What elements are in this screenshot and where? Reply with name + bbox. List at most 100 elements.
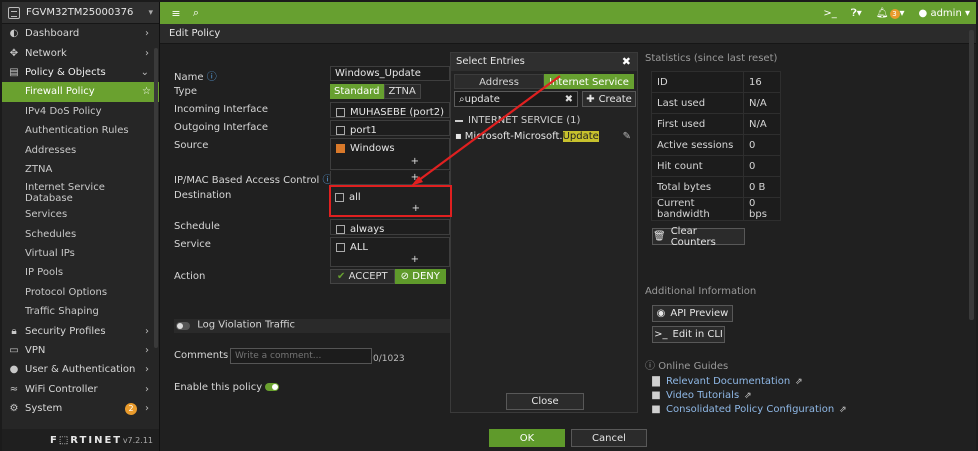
source-value: Windows <box>350 142 395 154</box>
ipmac-label: IP/MAC Based Access Control ⓘ <box>174 175 333 186</box>
sidebar-item-security-profiles[interactable]: 🔒︎ Security Profiles › <box>2 321 159 340</box>
sidebar-item-wifi[interactable]: ≈ WiFi Controller › <box>2 380 159 399</box>
relevant-documentation-link[interactable]: ▇ Relevant Documentation ⇗ <box>651 376 803 387</box>
sidebar-item-label: User & Authentication <box>25 364 136 376</box>
sidebar-item-schedules[interactable]: Schedules <box>2 225 159 244</box>
sidebar-item-protocol-options[interactable]: Protocol Options <box>2 283 159 302</box>
api-preview-button[interactable]: ◉ API Preview <box>652 305 733 322</box>
sidebar-item-ztna[interactable]: ZTNA <box>2 160 159 179</box>
sidebar-item-user-auth[interactable]: ● User & Authentication › <box>2 360 159 379</box>
clear-search-icon[interactable]: ✖ <box>565 94 573 105</box>
sidebar-item-label: Policy & Objects <box>25 66 106 78</box>
add-ipmac-icon[interactable]: + <box>411 172 419 183</box>
type-ztna-button[interactable]: ZTNA <box>383 84 421 99</box>
statistics-table: ID 16 Last used N/A First used N/A Active s… <box>651 71 781 221</box>
star-icon[interactable]: ☆ <box>142 86 151 97</box>
sidebar-item-ipv4-dos[interactable]: IPv4 DoS Policy <box>2 102 159 121</box>
ok-button[interactable]: OK <box>489 429 565 447</box>
sidebar-item-label: Security Profiles <box>25 325 106 337</box>
sidebar-item-label: Dashboard <box>25 28 80 40</box>
sidebar-item-virtual-ips[interactable]: Virtual IPs <box>2 244 159 263</box>
deny-icon: ⊘ <box>400 271 410 282</box>
sidebar-item-policy-objects[interactable]: ▤ Policy & Objects ⌄ <box>2 63 159 82</box>
sidebar-item-vpn[interactable]: ▭ VPN › <box>2 341 159 360</box>
sidebar-item-system[interactable]: ⚙ System 2 › <box>2 399 159 418</box>
sidebar-item-auth-rules[interactable]: Authentication Rules <box>2 121 159 140</box>
external-link-icon: ⇗ <box>795 376 803 387</box>
sidebar-item-network[interactable]: ✥ Network › <box>2 43 159 62</box>
sidebar-item-label: Authentication Rules <box>25 125 129 137</box>
tab-internet-service[interactable]: Internet Service <box>544 74 634 89</box>
topbar-actions: >_ ❓︎▾ 🔔︎ 3 ▾ ● admin ▾ <box>823 8 970 19</box>
clear-counters-button[interactable]: 🗑︎ Clear Counters <box>652 225 745 248</box>
sidebar-item-firewall-policy[interactable]: Firewall Policy ☆ <box>2 82 159 102</box>
sidebar-item-label: Firewall Policy <box>25 86 95 98</box>
incoming-interface-field[interactable]: MUHASEBE (port2) <box>330 102 450 118</box>
name-input[interactable]: Windows_Update <box>330 66 450 81</box>
clear-counters-label: Clear Counters <box>670 225 716 248</box>
sidebar-item-internet-service[interactable]: Internet Service <box>2 179 159 193</box>
outgoing-interface-field[interactable]: port1 <box>330 120 450 136</box>
edit-in-cli-button[interactable]: >_ Edit in CLI <box>652 326 725 343</box>
sidebar-scrollbar[interactable] <box>154 48 158 348</box>
sidebar-item-addresses[interactable]: Addresses <box>2 140 159 159</box>
sidebar-item-label: IPv4 DoS Policy <box>25 105 102 117</box>
stat-key: Total bytes <box>651 176 744 198</box>
ipmac-field[interactable]: + <box>330 171 450 185</box>
deny-button[interactable]: ⊘ DENY <box>394 269 446 284</box>
create-button[interactable]: ✚ Create <box>582 91 636 107</box>
info-icon[interactable]: ⓘ <box>207 72 217 83</box>
edit-icon[interactable]: ✎ <box>623 131 631 142</box>
add-service-icon[interactable]: + <box>411 254 419 265</box>
type-standard-button[interactable]: Standard <box>330 84 384 99</box>
sidebar-item-services[interactable]: Services <box>2 205 159 224</box>
table-row: ID 16 <box>651 71 781 93</box>
sidebar-item-label: System <box>25 403 63 415</box>
comments-input[interactable] <box>230 348 372 364</box>
interface-icon <box>336 125 345 135</box>
main-scrollbar[interactable] <box>969 30 974 320</box>
enable-policy-toggle[interactable] <box>265 383 280 391</box>
close-icon[interactable]: ✖ <box>622 55 631 68</box>
avatar-icon: ● <box>918 7 928 19</box>
sidebar-item-internet-service-db[interactable]: Database <box>2 191 159 205</box>
add-source-icon[interactable]: + <box>411 156 419 167</box>
api-preview-label: API Preview <box>670 308 729 319</box>
menu-icon[interactable]: ≡ <box>166 7 186 20</box>
search-icon[interactable]: ⌕ <box>186 6 206 20</box>
help-icon[interactable]: ❓︎▾ <box>851 8 862 19</box>
cancel-button[interactable]: Cancel <box>571 429 647 447</box>
internet-service-group[interactable]: INTERNET SERVICE (1) <box>455 115 580 126</box>
schedule-field[interactable]: always <box>330 219 450 235</box>
video-tutorials-link[interactable]: ■ Video Tutorials ⇗ <box>651 390 752 401</box>
tab-address[interactable]: Address <box>454 74 544 89</box>
interface-icon <box>336 107 345 117</box>
notifications-icon[interactable]: 🔔︎ 3 ▾ <box>876 8 905 19</box>
accept-button[interactable]: ✔ ACCEPT <box>330 269 395 284</box>
log-violation-toggle[interactable] <box>176 322 190 330</box>
help-circle-icon: ⓘ <box>645 361 655 372</box>
sidebar-item-traffic-shaping[interactable]: Traffic Shaping <box>2 302 159 321</box>
type-label: Type <box>174 86 197 97</box>
list-item[interactable]: ▪ Microsoft-Microsoft. Update ✎ <box>455 129 635 143</box>
cli-console-icon[interactable]: >_ <box>823 8 836 19</box>
notification-badge: 2 <box>125 402 137 415</box>
admin-menu[interactable]: ● admin ▾ <box>919 8 970 19</box>
item-highlight: Update <box>562 130 599 142</box>
chevron-right-icon: › <box>145 325 149 337</box>
search-input[interactable]: ⌕ update ✖ <box>454 91 578 107</box>
service-value: ALL <box>350 241 368 253</box>
fortinet-logo: F⬚RTINET v7.2.11 <box>2 429 159 451</box>
outgoing-interface-label: Outgoing Interface <box>174 122 269 133</box>
source-field[interactable]: Windows + <box>330 138 450 170</box>
service-field[interactable]: ALL + <box>330 237 450 267</box>
sidebar-item-label: Database <box>25 192 73 204</box>
brand-text: F⬚RTINET <box>50 434 123 446</box>
sidebar-item-dashboard[interactable]: ◐ Dashboard › <box>2 24 159 43</box>
external-link-icon: ⇗ <box>744 390 752 401</box>
device-selector[interactable]: FGVM32TM25000376 ▾ <box>2 2 159 24</box>
destination-label: Destination <box>174 190 232 201</box>
close-button[interactable]: Close <box>506 393 584 410</box>
sidebar-item-ip-pools[interactable]: IP Pools <box>2 263 159 282</box>
consolidated-policy-link[interactable]: ■ Consolidated Policy Configuration ⇗ <box>651 404 846 415</box>
